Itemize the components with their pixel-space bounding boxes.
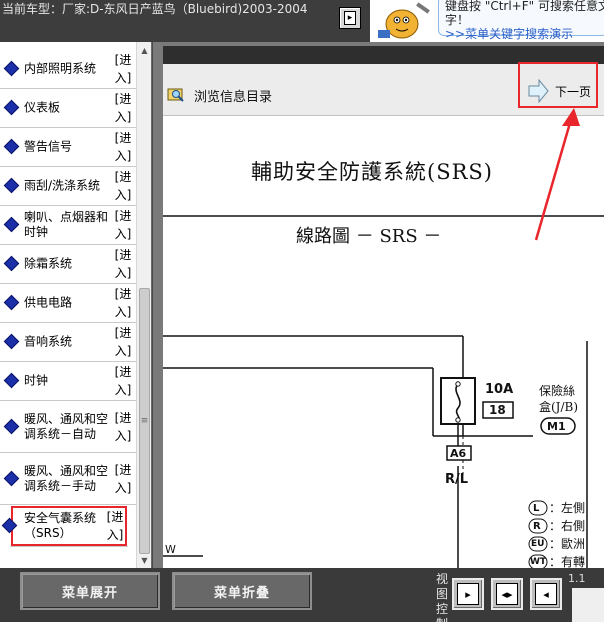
enter-link[interactable]: [进入]: [113, 363, 133, 399]
enter-link[interactable]: [进入]: [113, 168, 133, 204]
fuse-number: 18: [489, 403, 506, 417]
menu-item-interior-lighting[interactable]: 内部照明系统 [进入]: [0, 50, 136, 89]
legend-text-eu: ：歐洲: [549, 537, 586, 551]
menu-item-label: 雨刮/洗涤系统: [24, 178, 101, 193]
menu-item-instrument-panel[interactable]: 仪表板 [进入]: [0, 89, 136, 128]
menu-item-power-supply[interactable]: 供电电路 [进入]: [0, 284, 136, 323]
menu-item-label: 音响系统: [24, 334, 73, 349]
enter-link[interactable]: [进入]: [113, 90, 133, 126]
scroll-down-arrow-icon[interactable]: ▼: [138, 553, 151, 567]
legend-symbol-right: R: [533, 521, 541, 532]
sidebar-menu: 内部照明系统 [进入] 仪表板 [进入] 警告信号 [进入] 雨刮/洗涤系统 […: [0, 42, 152, 568]
menu-item-label: 暖风、通风和空调系统－手动: [24, 463, 109, 493]
legend-text-right: ：右側: [549, 519, 586, 533]
diamond-bullet-icon: [3, 418, 20, 434]
search-tip-banner: 键盘按 "Ctrl+F" 可搜索任意文 字！ >>菜单关键字搜索演示: [370, 0, 604, 42]
menu-item-audio[interactable]: 音响系统 [进入]: [0, 323, 136, 362]
enter-link[interactable]: [进入]: [113, 246, 133, 282]
search-demo-link[interactable]: >>菜单关键字搜索演示: [445, 27, 601, 41]
fuse-box-label-1: 保險絲: [539, 384, 576, 398]
left-marker: W: [165, 543, 176, 556]
fuse-box-code: M1: [547, 420, 566, 433]
enter-link[interactable]: [进入]: [113, 129, 133, 165]
view-prev-button[interactable]: ◂: [530, 578, 562, 610]
menu-item-wiper-washer[interactable]: 雨刮/洗涤系统 [进入]: [0, 167, 136, 206]
diamond-bullet-icon: [3, 372, 20, 389]
diamond-bullet-icon: [3, 99, 20, 116]
current-model-label: 当前车型：厂家:D-东风日产蓝鸟（Bluebird)2003-2004: [2, 2, 308, 16]
menu-item-hvac-auto[interactable]: 暖风、通风和空调系统－自动 [进入]: [0, 401, 136, 453]
legend-symbol-eu: EU: [531, 539, 545, 549]
document-view: 浏览信息目录 下一页 輔助安全防護系統(SRS) 線路圖 － SRS － 10A…: [163, 64, 604, 568]
version-label: 1.1: [568, 572, 586, 585]
enter-link[interactable]: [进入]: [113, 285, 133, 321]
menu-item-label: 供电电路: [24, 295, 73, 310]
diamond-bullet-icon: [1, 517, 18, 533]
diamond-bullet-icon: [3, 216, 20, 233]
menu-item-warning-signal[interactable]: 警告信号 [进入]: [0, 128, 136, 167]
srs-wiring-diagram: 輔助安全防護系統(SRS) 線路圖 － SRS － 10A 18 保險絲 盒(J…: [163, 116, 604, 568]
top-nav-button[interactable]: ▸: [339, 7, 361, 29]
diamond-bullet-icon: [3, 177, 20, 194]
fuse-box-label-2: 盒(J/B): [539, 400, 579, 414]
expand-menu-button[interactable]: 菜单展开: [20, 572, 160, 610]
mascot-icon: [378, 2, 430, 39]
menu-item-label: 警告信号: [24, 139, 73, 154]
legend-text-left: ：左側: [549, 501, 586, 515]
menu-item-label: 仪表板: [24, 100, 61, 115]
scroll-thumb[interactable]: ≡: [139, 288, 150, 554]
diamond-bullet-icon: [3, 333, 20, 350]
arrow-right-icon: ▸: [457, 583, 479, 605]
enter-link[interactable]: [进入]: [113, 461, 133, 497]
sidebar-scrollbar[interactable]: ▲ ≡ ▼: [136, 42, 151, 568]
connector-code: A6: [450, 447, 467, 460]
diamond-bullet-icon: [3, 294, 20, 311]
menu-item-label: 内部照明系统: [24, 61, 97, 76]
menu-item-label: 除霜系统: [24, 256, 73, 271]
bottom-bar: 菜单展开 菜单折叠 视图控制 ▸ ◂▸ ◂ 1.1: [0, 568, 604, 622]
legend-text-wt: ：有轉: [549, 555, 586, 568]
enter-link[interactable]: [进入]: [105, 508, 125, 544]
arrow-left-icon: ◂: [535, 583, 557, 605]
fuse-rating: 10A: [485, 382, 514, 397]
enter-link[interactable]: [进入]: [113, 207, 133, 243]
menu-item-label: 暖风、通风和空调系统－自动: [24, 411, 109, 441]
arrow-right-icon: ▸: [344, 11, 356, 25]
legend-symbol-wt: WT: [530, 557, 547, 567]
diamond-bullet-icon: [3, 138, 20, 155]
enter-link[interactable]: [进入]: [113, 324, 133, 360]
menu-item-label: 时钟: [24, 373, 49, 388]
menu-item-defrost[interactable]: 除霜系统 [进入]: [0, 245, 136, 284]
diamond-bullet-icon: [3, 60, 20, 77]
tip-line-2: 字！: [445, 13, 470, 27]
view-toggle-button[interactable]: ◂▸: [491, 578, 523, 610]
view-next-button[interactable]: ▸: [452, 578, 484, 610]
corner-panel: [572, 588, 604, 622]
menu-item-srs-airbag[interactable]: 安全气囊系统（SRS） [进入]: [1, 505, 128, 547]
next-page-highlight-box: [518, 62, 598, 108]
diamond-bullet-icon: [3, 470, 20, 486]
menu-item-label: 安全气囊系统（SRS）: [24, 510, 97, 540]
search-tip-bubble: 键盘按 "Ctrl+F" 可搜索任意文 字！ >>菜单关键字搜索演示: [438, 0, 604, 41]
diamond-bullet-icon: [3, 255, 20, 272]
collapse-menu-button[interactable]: 菜单折叠: [172, 572, 312, 610]
wire-color: R/L: [445, 472, 469, 487]
scroll-up-arrow-icon[interactable]: ▲: [138, 43, 151, 57]
menu-item-clock[interactable]: 时钟 [进入]: [0, 362, 136, 401]
legend-symbol-left: L: [533, 503, 540, 514]
top-bar: 当前车型：厂家:D-东风日产蓝鸟（Bluebird)2003-2004 ▸ 键盘…: [0, 0, 604, 42]
double-arrow-icon: ◂▸: [496, 583, 518, 605]
tip-line-1: 键盘按 "Ctrl+F" 可搜索任意文: [445, 0, 604, 13]
menu-item-hvac-manual[interactable]: 暖风、通风和空调系统－手动 [进入]: [0, 453, 136, 505]
menu-item-horn-lighter-clock[interactable]: 喇叭、点烟器和时钟 [进入]: [0, 206, 136, 245]
menu-item-label: 喇叭、点烟器和时钟: [24, 210, 109, 239]
view-control-label: 视图控制: [436, 572, 449, 622]
enter-link[interactable]: [进入]: [113, 409, 133, 445]
enter-link[interactable]: [进入]: [113, 51, 133, 87]
browse-directory-icon[interactable]: [167, 86, 185, 102]
browse-directory-label[interactable]: 浏览信息目录: [194, 86, 272, 105]
